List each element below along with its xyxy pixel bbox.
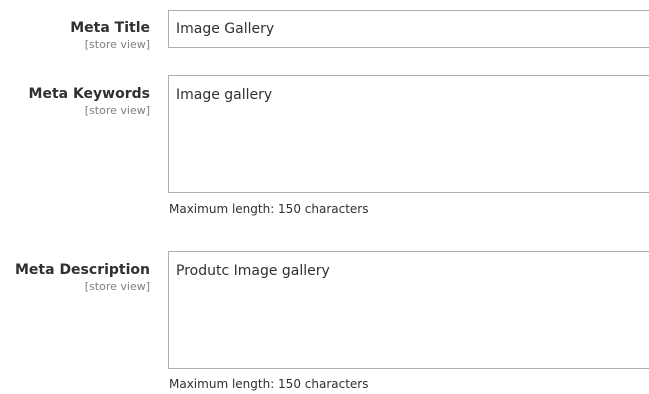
meta-title-scope: [store view] — [84, 38, 150, 51]
meta-description-textarea[interactable]: Produtc Image gallery — [168, 251, 649, 369]
meta-keywords-label: Meta Keywords [store view] — [29, 86, 150, 117]
meta-keywords-label-text: Meta Keywords — [28, 86, 150, 102]
meta-title-label-text: Meta Title — [70, 20, 150, 36]
meta-keywords-scope: [store view] — [84, 104, 150, 117]
meta-keywords-note: Maximum length: 150 characters — [169, 202, 369, 216]
meta-title-input[interactable] — [168, 10, 649, 48]
meta-description-scope: [store view] — [84, 280, 150, 293]
meta-title-label: Meta Title [store view] — [70, 20, 150, 51]
seo-meta-form: Meta Title [store view] Meta Keywords [s… — [0, 0, 649, 394]
meta-description-label: Meta Description [store view] — [15, 262, 150, 293]
meta-description-note: Maximum length: 150 characters — [169, 377, 369, 391]
meta-description-label-text: Meta Description — [15, 262, 150, 278]
meta-keywords-textarea[interactable]: Image gallery — [168, 75, 649, 193]
